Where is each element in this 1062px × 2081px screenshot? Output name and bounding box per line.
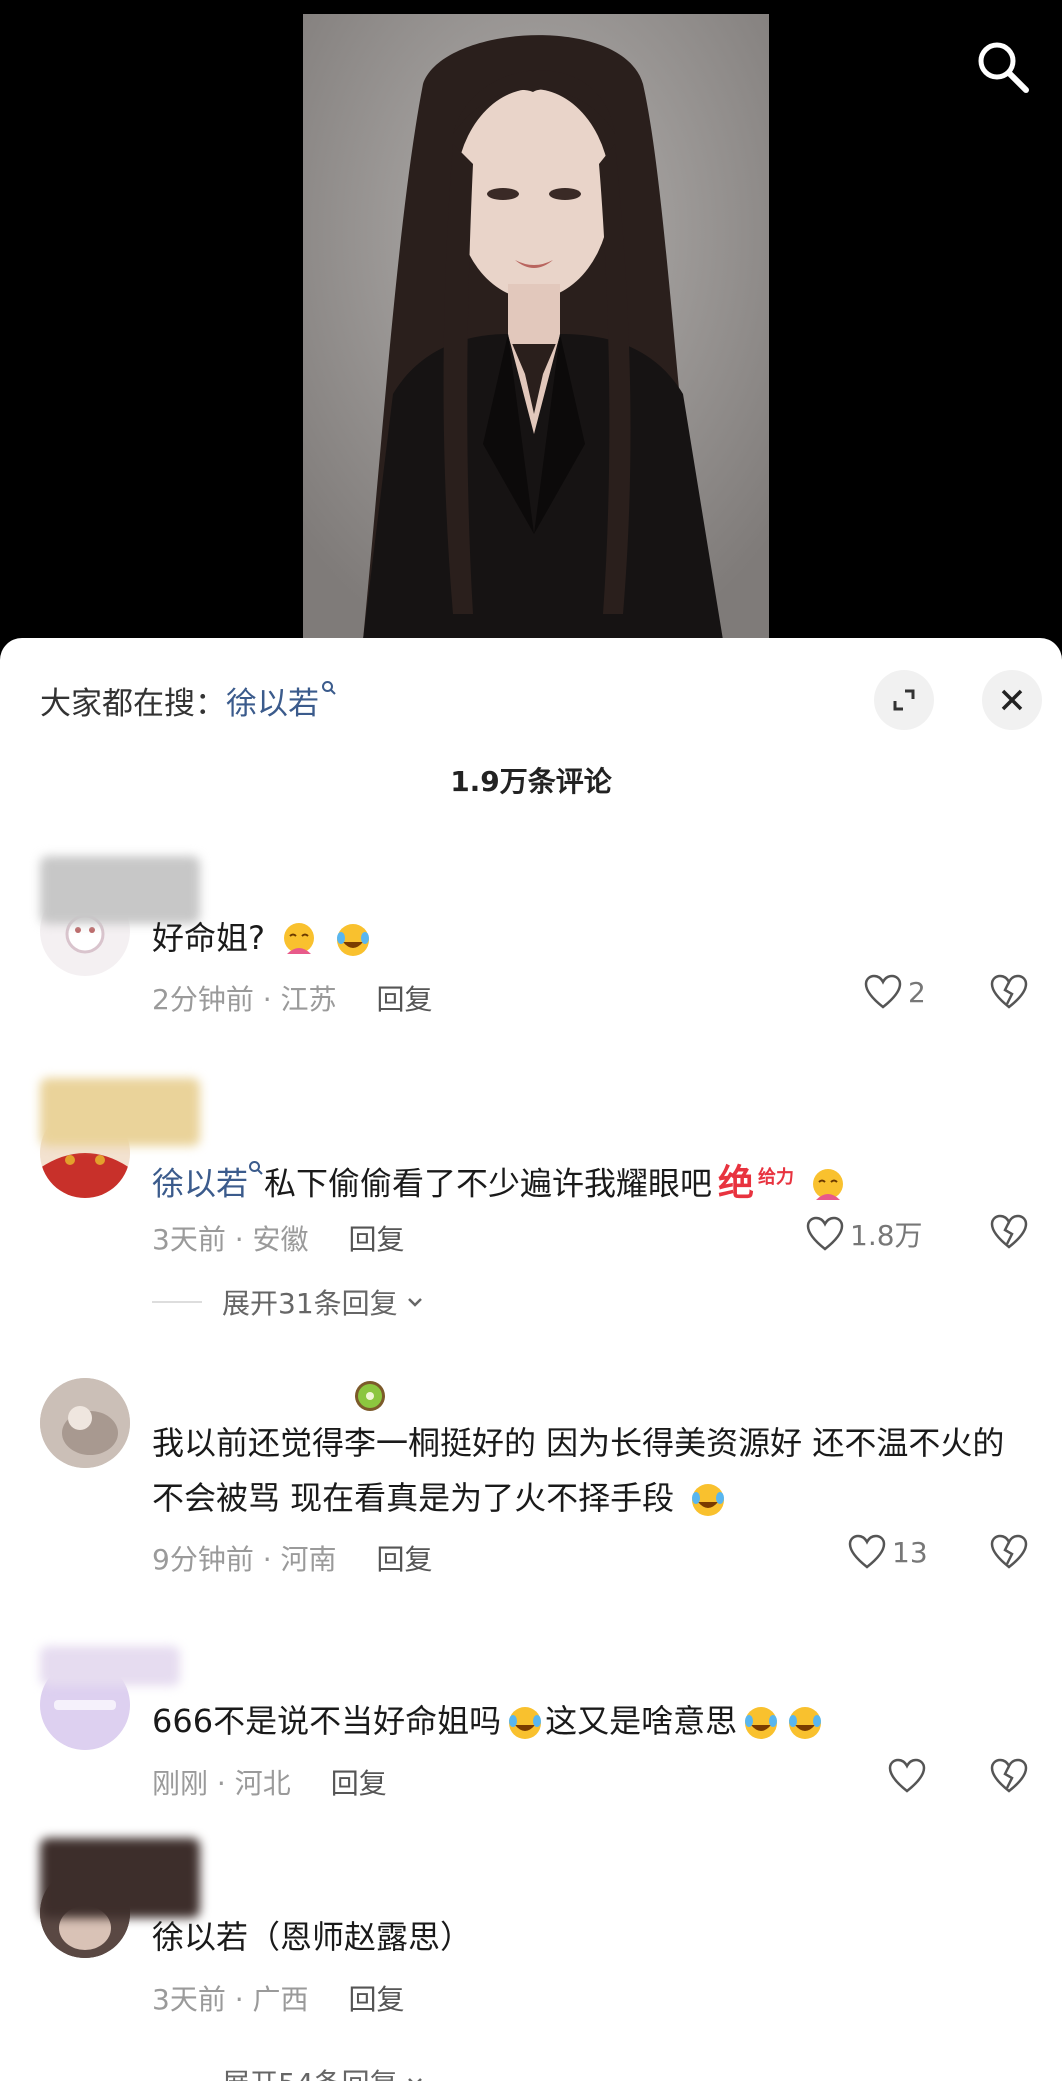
reply-button[interactable]: 回复 [349,1223,405,1256]
comment-meta: 2分钟前 · 江苏 回复 [152,983,433,1016]
close-button[interactable] [982,670,1042,730]
trending-prefix: 大家都在搜： [40,686,226,722]
expand-replies-button[interactable]: 展开54条回复 [152,2062,426,2081]
small-search-icon [322,681,336,695]
expand-icon [893,689,915,711]
expand-replies-button[interactable]: 展开31条回复 [152,1282,426,1322]
broken-heart-icon [990,1758,1028,1793]
broken-heart-icon [990,974,1028,1009]
comment-sheet: 大家都在搜：徐以若 1.9万条评论 好命姐? 2分钟前 · 江苏 回复 2 徐以… [0,638,1062,2081]
laugh-cry-emoji-icon [337,924,370,956]
like-count: 2 [908,975,926,1009]
laugh-cry-emoji-icon [789,1707,822,1739]
mention-link[interactable]: 徐以若 [152,1165,248,1203]
trending-keyword[interactable]: 徐以若 [226,686,319,722]
sticker-geili: 给力 [758,1167,795,1188]
kiwi-icon [355,1381,385,1411]
broken-heart-icon [990,1214,1028,1249]
username-redacted [40,1838,200,1918]
dislike-button[interactable] [990,1534,1028,1574]
reply-button[interactable]: 回复 [349,1983,405,2016]
sticker-jue: 绝 [718,1162,755,1204]
comment-text: 我以前还觉得李一桐挺好的 因为长得美资源好 还不温不火的 不会被骂 现在看真是为… [152,1416,1032,1526]
comment-count: 1.9万条评论 [450,765,612,798]
comment-meta: 3天前 · 广西 回复 [152,1983,405,2016]
like-count: 13 [892,1535,928,1569]
trending-search[interactable]: 大家都在搜：徐以若 [40,678,337,723]
broken-heart-icon [990,1534,1028,1569]
laugh-cry-emoji-icon [745,1707,778,1739]
comment-text: 徐以若 私下偷偷看了不少遍许我耀眼吧绝给力 [152,1150,1032,1212]
username-redacted [40,1078,200,1146]
video-frame-portrait [303,14,769,640]
search-button[interactable] [972,36,1034,98]
chevron-down-icon [407,2078,422,2081]
laugh-cry-emoji-icon [509,1707,542,1739]
hug-emoji-icon [284,923,315,954]
dislike-button[interactable] [990,1214,1028,1254]
comment-meta: 9分钟前 · 河南 回复 [152,1543,433,1576]
reply-button[interactable]: 回复 [331,1767,387,1800]
dislike-button[interactable] [990,1758,1028,1798]
reply-button[interactable]: 回复 [377,1543,433,1576]
like-button[interactable]: 2 [864,974,926,1010]
comment-meta: 3天前 · 安徽 回复 [152,1223,405,1256]
like-count: 1.8万 [850,1219,923,1252]
reply-button[interactable]: 回复 [377,983,433,1016]
like-button[interactable] [888,1758,932,1794]
expand-button[interactable] [874,670,934,730]
dislike-button[interactable] [990,974,1028,1014]
heart-icon [864,974,902,1009]
avatar[interactable] [40,1378,130,1468]
hug-emoji-icon [813,1168,844,1200]
heart-icon [848,1534,886,1569]
comment-text: 好命姐? [152,911,1032,966]
like-button[interactable]: 13 [848,1534,928,1570]
comment-text: 徐以若（恩师赵露思） [152,1918,473,1956]
small-search-icon [249,1161,263,1175]
heart-icon [888,1758,926,1793]
heart-icon [806,1216,844,1251]
like-button[interactable]: 1.8万 [806,1214,923,1254]
comment-text: 666不是说不当好命姐吗 这又是啥意思 [152,1694,1032,1749]
video-player[interactable] [0,0,1062,660]
username-redacted [40,1646,180,1686]
laugh-cry-emoji-icon [692,1484,725,1516]
search-icon [978,42,1029,93]
close-icon [1001,689,1023,711]
divider-line [152,1301,202,1303]
comment-meta: 刚刚 · 河北 回复 [152,1767,387,1800]
chevron-down-icon [407,1298,422,1307]
